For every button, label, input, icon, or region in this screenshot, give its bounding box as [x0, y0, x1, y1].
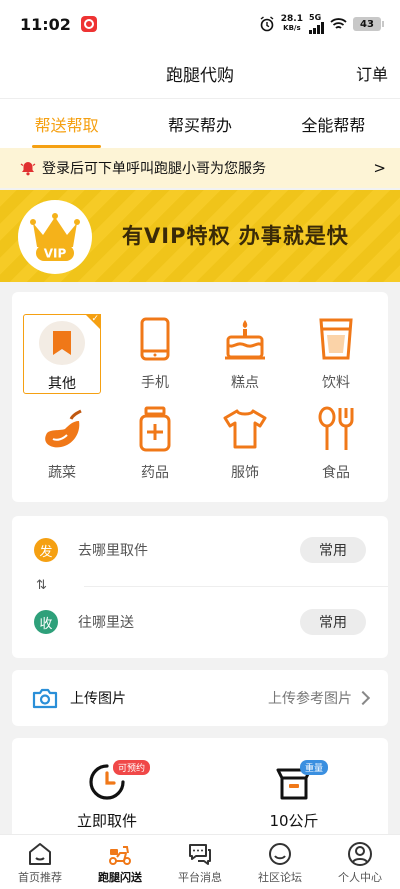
- net-speed-value: 28.1: [280, 14, 303, 24]
- page-title: 跑腿代购: [166, 65, 234, 86]
- pickup-address-row[interactable]: 发 去哪里取件 常用: [12, 530, 388, 570]
- tabbar-profile[interactable]: 个人中心: [320, 835, 400, 889]
- tabbar-label: 平台消息: [178, 871, 222, 884]
- category-vegetable[interactable]: 蔬菜: [23, 404, 101, 484]
- category-label: 糕点: [231, 375, 259, 391]
- tabbar-messages[interactable]: 平台消息: [160, 835, 240, 889]
- pickup-time-label: 立即取件: [76, 812, 137, 830]
- delivery-badge: 收: [34, 610, 58, 634]
- signal-icon: [309, 22, 324, 34]
- category-other[interactable]: 其他 ✓: [23, 314, 101, 394]
- chat-icon: [189, 844, 211, 865]
- network-type: 5G: [309, 13, 322, 22]
- vip-banner[interactable]: VIP 有VIP特权 办事就是快: [0, 190, 400, 282]
- category-medicine[interactable]: 药品: [116, 404, 194, 484]
- chevron-right-icon: [355, 690, 371, 706]
- status-bar: 11:02 28.1 KB/s 5G 43: [0, 0, 400, 48]
- category-label: 食品: [322, 465, 350, 481]
- delivery-address-input[interactable]: 往哪里送: [78, 612, 134, 632]
- user-icon: [348, 842, 372, 866]
- tab-send-pickup[interactable]: 帮送帮取: [0, 99, 133, 148]
- scooter-icon: [109, 846, 131, 865]
- camera-icon: [32, 688, 58, 709]
- category-drink[interactable]: 饮料: [297, 314, 375, 394]
- login-notice-bar[interactable]: 登录后可下单呼叫跑腿小哥为您服务 >: [0, 148, 400, 188]
- service-tabs: 帮送帮取 帮买帮办 全能帮帮: [0, 98, 400, 148]
- notice-text: 登录后可下单呼叫跑腿小哥为您服务: [42, 161, 266, 177]
- tab-buy-errand[interactable]: 帮买帮办: [133, 99, 266, 148]
- eggplant-icon: [45, 409, 82, 448]
- smile-icon: [269, 843, 291, 865]
- category-cake[interactable]: 糕点: [206, 314, 284, 394]
- wifi-icon: [330, 18, 347, 29]
- category-label: 手机: [141, 375, 169, 391]
- vip-slogan: 有VIP特权 办事就是快: [122, 224, 349, 248]
- category-food[interactable]: 食品: [297, 404, 375, 484]
- pickup-address-input[interactable]: 去哪里取件: [78, 540, 148, 560]
- alarm-icon: [260, 16, 274, 32]
- net-speed: 28.1 KB/s: [281, 15, 303, 33]
- category-label: 蔬菜: [48, 465, 76, 481]
- category-clothing[interactable]: 服饰: [206, 404, 284, 484]
- weight-label: 10公斤: [269, 812, 319, 830]
- tabbar-errand[interactable]: 跑腿闪送: [80, 835, 160, 889]
- weight-badge: 重量: [300, 760, 329, 775]
- pickup-time-option[interactable]: 可预约 立即取件: [47, 750, 167, 831]
- battery-icon: 43: [353, 17, 384, 31]
- category-phone[interactable]: 手机: [116, 314, 194, 394]
- reservable-badge: 可预约: [113, 760, 151, 775]
- swap-address-icon[interactable]: ⇅: [36, 578, 47, 593]
- vip-badge: VIP: [18, 200, 92, 274]
- options-card: 可预约 立即取件 重量 10公斤: [12, 738, 388, 834]
- address-card: 发 去哪里取件 常用 ⇅ 收 往哪里送 常用: [12, 516, 388, 658]
- status-time: 11:02: [20, 14, 71, 34]
- home-icon: [29, 843, 51, 865]
- phone-icon: [140, 317, 170, 361]
- battery-level: 43: [353, 17, 381, 31]
- status-indicators: 28.1 KB/s 5G 43: [259, 14, 384, 34]
- utensils-icon: [318, 406, 354, 450]
- bell-icon: [20, 162, 36, 176]
- tshirt-icon: [223, 409, 267, 449]
- pickup-frequent-button[interactable]: 常用: [300, 537, 366, 563]
- bottom-tab-bar: 首页推荐 跑腿闪送 平台消息 社区论坛 个人中心: [0, 834, 400, 889]
- net-speed-unit: KB/s: [283, 24, 301, 32]
- upload-hint: 上传参考图片: [268, 691, 352, 707]
- cake-icon: [225, 320, 265, 360]
- tabbar-label: 首页推荐: [18, 871, 62, 884]
- weight-option[interactable]: 重量 10公斤: [234, 750, 354, 831]
- notice-arrow-icon: >: [373, 159, 386, 177]
- pickup-badge: 发: [34, 538, 58, 562]
- tabbar-label: 跑腿闪送: [98, 871, 142, 884]
- upload-image-row[interactable]: 上传图片 上传参考图片: [12, 670, 388, 726]
- app-notification-icon: [80, 16, 97, 32]
- tabbar-label: 个人中心: [338, 871, 382, 884]
- category-label: 饮料: [322, 375, 350, 391]
- tab-all-round[interactable]: 全能帮帮: [267, 99, 400, 148]
- category-label: 其他: [48, 376, 76, 392]
- drink-cup-icon: [319, 318, 353, 360]
- tabbar-home[interactable]: 首页推荐: [0, 835, 80, 889]
- check-icon: ✓: [91, 314, 99, 324]
- medicine-bottle-icon: [139, 406, 171, 452]
- upload-label: 上传图片: [70, 691, 126, 707]
- vip-badge-text: VIP: [44, 247, 67, 261]
- delivery-frequent-button[interactable]: 常用: [300, 609, 366, 635]
- tabbar-community[interactable]: 社区论坛: [240, 835, 320, 889]
- bookmark-icon: [53, 331, 71, 355]
- category-label: 服饰: [231, 465, 259, 481]
- delivery-address-row[interactable]: 收 往哪里送 常用: [12, 602, 388, 642]
- nav-bar: 跑腿代购 订单: [0, 48, 400, 98]
- category-label: 药品: [141, 465, 169, 481]
- crown-icon: VIP: [30, 213, 80, 261]
- category-grid: 其他 ✓ 手机 糕点 饮料 蔬菜 药品 服饰 食品: [12, 292, 388, 502]
- tabbar-label: 社区论坛: [258, 871, 302, 884]
- divider: [84, 586, 388, 587]
- orders-link[interactable]: 订单: [356, 61, 388, 85]
